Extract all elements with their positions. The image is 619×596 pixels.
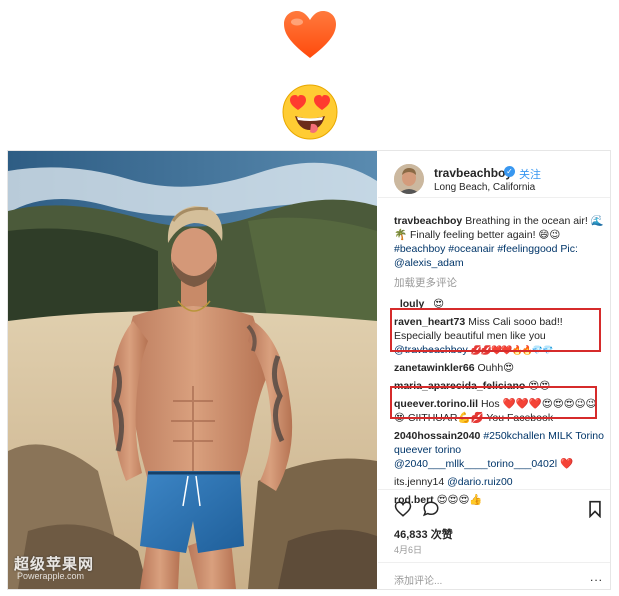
- caption: travbeachboy Breathing in the ocean air!…: [394, 214, 606, 270]
- post-header: travbeachboy ✓ 关注 Long Beach, California: [378, 151, 610, 198]
- comment-item: 2040hossain2040 #250kchallen MILK Torino…: [394, 429, 606, 471]
- comment-username[interactable]: zanetawinkler66: [394, 362, 475, 374]
- caption-hashtags[interactable]: #beachboy #oceanair #feelinggood Pic:: [394, 243, 578, 255]
- add-comment-bar: 添加评论... ...: [378, 562, 610, 591]
- heart-eyes-face-emoji-icon: [282, 84, 338, 140]
- post-actions: 46,833 次赞 4月6日 添加评论... ...: [378, 489, 610, 590]
- comment-mention[interactable]: @dario.ruiz00: [447, 476, 513, 488]
- post-sidebar: travbeachboy ✓ 关注 Long Beach, California…: [378, 151, 610, 589]
- add-comment-input[interactable]: 添加评论...: [394, 572, 442, 587]
- comment-text: Ouhh😍: [477, 362, 515, 374]
- beach-photo-illustration: [8, 151, 377, 589]
- comments-list: travbeachboy Breathing in the ocean air!…: [394, 214, 606, 511]
- post-date: 4月6日: [394, 545, 423, 555]
- caption-username[interactable]: travbeachboy: [394, 215, 462, 227]
- highlight-box-raven: [390, 308, 601, 352]
- comment-item: zanetawinkler66 Ouhh😍: [394, 361, 606, 375]
- load-more-comments[interactable]: 加载更多评论: [394, 276, 606, 290]
- post-username[interactable]: travbeachboy: [434, 166, 512, 180]
- comment-bubble-icon[interactable]: [422, 500, 440, 518]
- post-photo[interactable]: 超级苹果网 Powerapple.com: [8, 151, 377, 589]
- comment-emoji: ❤️: [559, 458, 574, 470]
- comment-username[interactable]: 2040hossain2040: [394, 430, 480, 442]
- more-options-icon[interactable]: ...: [590, 570, 603, 584]
- location-link[interactable]: Long Beach, California: [434, 182, 535, 193]
- comment-item: its.jenny14 @dario.ruiz00: [394, 475, 606, 489]
- comment-username[interactable]: its.jenny14: [394, 476, 444, 488]
- like-heart-icon[interactable]: [394, 500, 412, 518]
- comment-mention[interactable]: @2040___mllk____torino___0402l: [394, 458, 557, 470]
- heart-emoji-icon: [284, 11, 336, 58]
- highlight-box-queever: [390, 386, 597, 419]
- verified-badge-icon: ✓: [504, 166, 515, 177]
- instagram-post: 超级苹果网 Powerapple.com travbeachboy ✓ 关注 L…: [7, 150, 611, 590]
- caption-credit[interactable]: @alexis_adam: [394, 257, 464, 269]
- likes-count[interactable]: 46,833 次赞: [394, 526, 453, 542]
- follow-button[interactable]: 关注: [519, 166, 541, 182]
- bookmark-icon[interactable]: [588, 500, 602, 518]
- watermark-subtext: Powerapple.com: [17, 571, 85, 581]
- avatar[interactable]: [394, 164, 424, 194]
